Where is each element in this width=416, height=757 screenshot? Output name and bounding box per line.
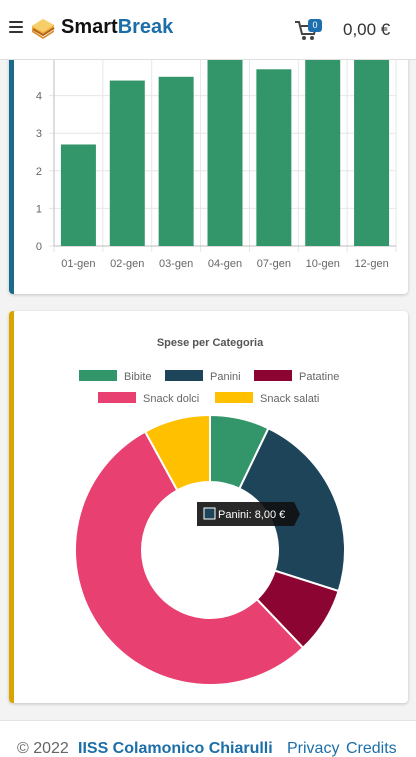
bar-10-gen bbox=[305, 58, 341, 246]
card-accent-bar bbox=[9, 311, 14, 703]
brand-smart: Smart bbox=[61, 16, 118, 38]
bar-04-gen bbox=[207, 58, 243, 246]
brand-break: Break bbox=[117, 16, 174, 38]
x-tick-label: 03-gen bbox=[159, 258, 193, 270]
cart-count-badge: 0 bbox=[308, 19, 322, 32]
legend-swatch-snack-salati bbox=[215, 392, 253, 403]
x-tick-label: 12-gen bbox=[354, 258, 388, 270]
legend-label: Bibite bbox=[124, 371, 152, 383]
chart-title: Spese per Categoria bbox=[157, 337, 264, 349]
tooltip-label: Panini: 8,00 € bbox=[218, 509, 285, 521]
chart-tooltip: Panini: 8,00 € bbox=[197, 502, 300, 526]
daily-bar-chart: 0 1 2 3 4 01-gen 02-gen 03-gen 04-gen 07-gen 10-ge… bbox=[36, 38, 397, 270]
bar-07-gen bbox=[256, 69, 292, 246]
y-tick-label: 0 bbox=[36, 241, 42, 253]
y-tick-label: 2 bbox=[36, 166, 42, 178]
legend-label: Snack salati bbox=[260, 393, 319, 405]
credits-link[interactable]: Credits bbox=[346, 740, 397, 757]
y-tick-label: 1 bbox=[36, 203, 42, 215]
copyright: © 2022 bbox=[17, 740, 69, 757]
brand-name[interactable]: SmartBreak bbox=[61, 16, 173, 39]
x-tick-label: 02-gen bbox=[110, 258, 144, 270]
bar-12-gen bbox=[354, 58, 390, 246]
privacy-link[interactable]: Privacy bbox=[287, 740, 339, 757]
legend-swatch-snack-dolci bbox=[98, 392, 136, 403]
legend-swatch-panini bbox=[165, 370, 203, 381]
bar-01-gen bbox=[60, 144, 96, 246]
hamburger-menu-icon[interactable] bbox=[9, 21, 23, 35]
legend-swatch-patatine bbox=[254, 370, 292, 381]
y-tick-label: 4 bbox=[36, 91, 42, 103]
bar-03-gen bbox=[158, 76, 194, 246]
top-navbar: SmartBreak 0 0,00 € bbox=[0, 0, 416, 60]
card-accent-bar bbox=[9, 38, 14, 294]
footer: © 2022 IISS Colamonico Chiarulli Privacy… bbox=[0, 720, 416, 757]
legend-label: Snack dolci bbox=[143, 393, 199, 405]
organization-link[interactable]: IISS Colamonico Chiarulli bbox=[78, 740, 273, 757]
tooltip-swatch bbox=[203, 507, 216, 520]
legend-label: Panini bbox=[210, 371, 241, 383]
cart-total[interactable]: 0,00 € bbox=[343, 20, 390, 40]
category-doughnut-chart: Spese per Categoria Bibite Panini Patatine S… bbox=[74, 337, 346, 686]
sandwich-logo-icon[interactable] bbox=[30, 16, 56, 40]
x-tick-label: 04-gen bbox=[208, 258, 242, 270]
category-spending-card: Spese per Categoria Bibite Panini Patatine S… bbox=[9, 311, 408, 703]
daily-spending-card: 0 1 2 3 4 01-gen 02-gen 03-gen 04-gen 07-gen 10-ge… bbox=[9, 38, 408, 294]
y-tick-label: 3 bbox=[36, 128, 42, 140]
bar-02-gen bbox=[109, 80, 145, 246]
x-tick-label: 07-gen bbox=[257, 258, 291, 270]
legend-swatch-bibite bbox=[79, 370, 117, 381]
x-tick-label: 01-gen bbox=[61, 258, 95, 270]
legend-label: Patatine bbox=[299, 371, 339, 383]
x-tick-label: 10-gen bbox=[306, 258, 340, 270]
